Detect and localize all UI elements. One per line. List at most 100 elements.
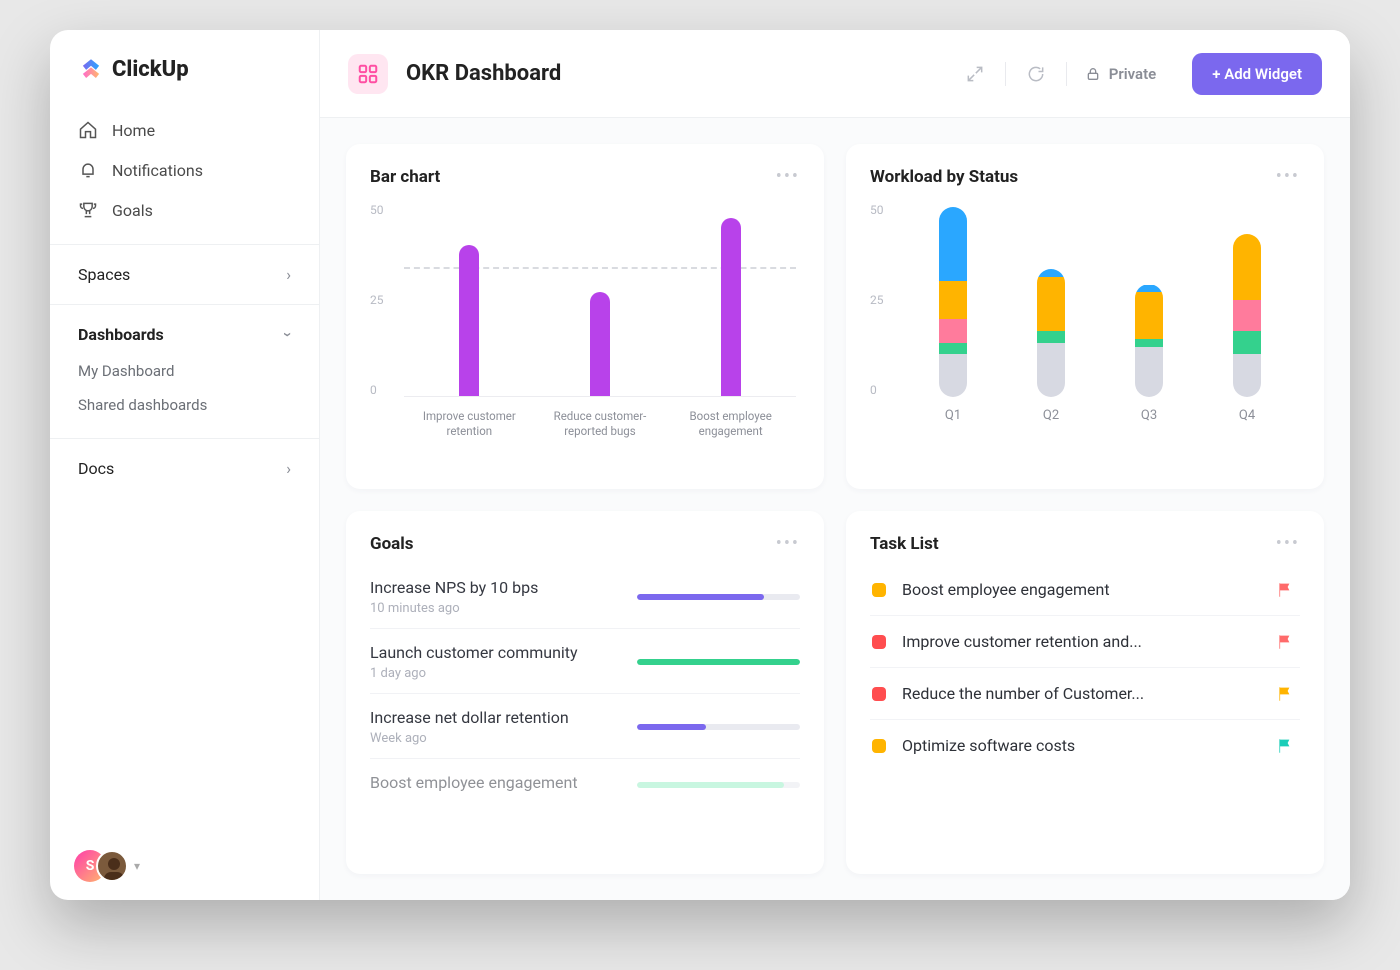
chevron-right-icon: › bbox=[286, 265, 291, 284]
bell-icon bbox=[78, 160, 98, 180]
section-docs-head[interactable]: Docs › bbox=[50, 453, 319, 484]
status-badge bbox=[872, 583, 886, 597]
status-badge bbox=[872, 635, 886, 649]
widget-title: Bar chart bbox=[370, 167, 440, 187]
section-spaces-label: Spaces bbox=[78, 265, 130, 284]
widget-title: Task List bbox=[870, 534, 939, 554]
stack-segment bbox=[939, 207, 967, 281]
add-widget-button[interactable]: + Add Widget bbox=[1192, 53, 1322, 95]
widget-goals: Goals ••• Increase NPS by 10 bps10 minut… bbox=[346, 511, 824, 874]
sidebar-footer: S ▾ bbox=[50, 832, 319, 900]
stack-segment bbox=[1135, 347, 1163, 397]
app-window: ClickUp Home Notifications Goals Spaces … bbox=[50, 30, 1350, 900]
expand-icon[interactable] bbox=[963, 62, 987, 86]
stack-segment bbox=[1037, 331, 1065, 343]
task-row[interactable]: Boost employee engagement bbox=[870, 564, 1300, 616]
chevron-down-icon: › bbox=[279, 332, 298, 337]
progress-bar bbox=[637, 782, 800, 788]
tasks-list: Boost employee engagement Improve custome… bbox=[870, 564, 1300, 771]
refresh-icon[interactable] bbox=[1024, 62, 1048, 86]
widget-menu-icon[interactable]: ••• bbox=[1276, 166, 1300, 187]
stacked-bar[interactable] bbox=[1135, 284, 1163, 397]
avatar-menu-caret-icon[interactable]: ▾ bbox=[134, 859, 140, 873]
section-dashboards-label: Dashboards bbox=[78, 325, 164, 344]
nav-home-label: Home bbox=[112, 121, 155, 140]
widget-menu-icon[interactable]: ••• bbox=[776, 533, 800, 554]
stack-segment bbox=[1037, 343, 1065, 397]
goal-row[interactable]: Increase net dollar retentionWeek ago bbox=[370, 694, 800, 759]
stacked-bar[interactable] bbox=[1233, 234, 1261, 397]
chevron-right-icon: › bbox=[286, 459, 291, 478]
dashboard-app-icon bbox=[348, 54, 388, 94]
flag-icon[interactable] bbox=[1276, 581, 1294, 599]
task-row[interactable]: Improve customer retention and... bbox=[870, 616, 1300, 668]
flag-icon[interactable] bbox=[1276, 685, 1294, 703]
privacy-toggle[interactable]: Private bbox=[1085, 65, 1157, 83]
brand-logo[interactable]: ClickUp bbox=[50, 30, 319, 106]
progress-bar bbox=[637, 659, 800, 665]
main: OKR Dashboard Private + Add Widget Bar c… bbox=[320, 30, 1350, 900]
brand-name: ClickUp bbox=[112, 57, 189, 82]
widget-bar-chart: Bar chart ••• 50250 Improve customer ret… bbox=[346, 144, 824, 489]
stack-segment bbox=[1233, 331, 1261, 354]
x-axis-label: Boost employee engagement bbox=[671, 409, 791, 439]
stacked-bar[interactable] bbox=[1037, 269, 1065, 397]
stack-segment bbox=[939, 281, 967, 320]
flag-icon[interactable] bbox=[1276, 633, 1294, 651]
progress-bar bbox=[637, 724, 800, 730]
goal-row[interactable]: Increase NPS by 10 bps10 minutes ago bbox=[370, 564, 800, 629]
goal-row[interactable]: Launch customer community1 day ago bbox=[370, 629, 800, 694]
bar[interactable] bbox=[721, 218, 741, 396]
trophy-icon bbox=[78, 200, 98, 220]
widget-workload: Workload by Status ••• 50250 Q1Q2Q3Q4 bbox=[846, 144, 1324, 489]
page-title: OKR Dashboard bbox=[406, 61, 561, 86]
home-icon bbox=[78, 120, 98, 140]
task-title: Improve customer retention and... bbox=[902, 632, 1260, 651]
divider bbox=[1005, 62, 1006, 86]
goal-title: Increase net dollar retention bbox=[370, 708, 619, 727]
goal-title: Boost employee engagement bbox=[370, 773, 619, 792]
sidebar-item-my-dashboard[interactable]: My Dashboard bbox=[50, 354, 319, 388]
goals-list: Increase NPS by 10 bps10 minutes agoLaun… bbox=[370, 564, 800, 808]
widget-menu-icon[interactable]: ••• bbox=[1276, 533, 1300, 554]
x-axis-label: Improve customer retention bbox=[409, 409, 529, 439]
stack-segment bbox=[939, 343, 967, 355]
stack-segment bbox=[1037, 277, 1065, 331]
stack-segment bbox=[939, 319, 967, 342]
section-dashboards: Dashboards › My Dashboard Shared dashboa… bbox=[50, 304, 319, 438]
section-dashboards-head[interactable]: Dashboards › bbox=[50, 319, 319, 350]
widget-menu-icon[interactable]: ••• bbox=[776, 166, 800, 187]
nav-notifications[interactable]: Notifications bbox=[62, 150, 307, 190]
nav-home[interactable]: Home bbox=[62, 110, 307, 150]
goal-title: Launch customer community bbox=[370, 643, 619, 662]
stack-segment bbox=[1233, 354, 1261, 397]
task-title: Reduce the number of Customer... bbox=[902, 684, 1260, 703]
section-spaces-head[interactable]: Spaces › bbox=[50, 259, 319, 290]
stack-segment bbox=[1233, 234, 1261, 300]
nav-goals[interactable]: Goals bbox=[62, 190, 307, 230]
sidebar-item-shared-dashboards[interactable]: Shared dashboards bbox=[50, 388, 319, 422]
task-row[interactable]: Reduce the number of Customer... bbox=[870, 668, 1300, 720]
x-axis-label: Q4 bbox=[1217, 408, 1277, 423]
progress-bar bbox=[637, 594, 800, 600]
goal-time: 10 minutes ago bbox=[370, 601, 619, 616]
privacy-label: Private bbox=[1109, 65, 1157, 83]
section-docs: Docs › bbox=[50, 438, 319, 498]
task-row[interactable]: Optimize software costs bbox=[870, 720, 1300, 771]
dashboard-grid: Bar chart ••• 50250 Improve customer ret… bbox=[320, 118, 1350, 900]
avatar-user-2[interactable] bbox=[96, 850, 128, 882]
status-badge bbox=[872, 739, 886, 753]
section-docs-label: Docs bbox=[78, 459, 114, 478]
stack-segment bbox=[1037, 269, 1065, 277]
divider bbox=[1066, 62, 1067, 86]
sidebar: ClickUp Home Notifications Goals Spaces … bbox=[50, 30, 320, 900]
bar[interactable] bbox=[459, 245, 479, 396]
stacked-bar[interactable] bbox=[939, 207, 967, 397]
flag-icon[interactable] bbox=[1276, 737, 1294, 755]
widget-title: Workload by Status bbox=[870, 167, 1018, 187]
goal-row[interactable]: Boost employee engagement bbox=[370, 759, 800, 808]
task-title: Boost employee engagement bbox=[902, 580, 1260, 599]
bar[interactable] bbox=[590, 292, 610, 396]
widget-title: Goals bbox=[370, 534, 414, 554]
stack-segment bbox=[1135, 292, 1163, 339]
